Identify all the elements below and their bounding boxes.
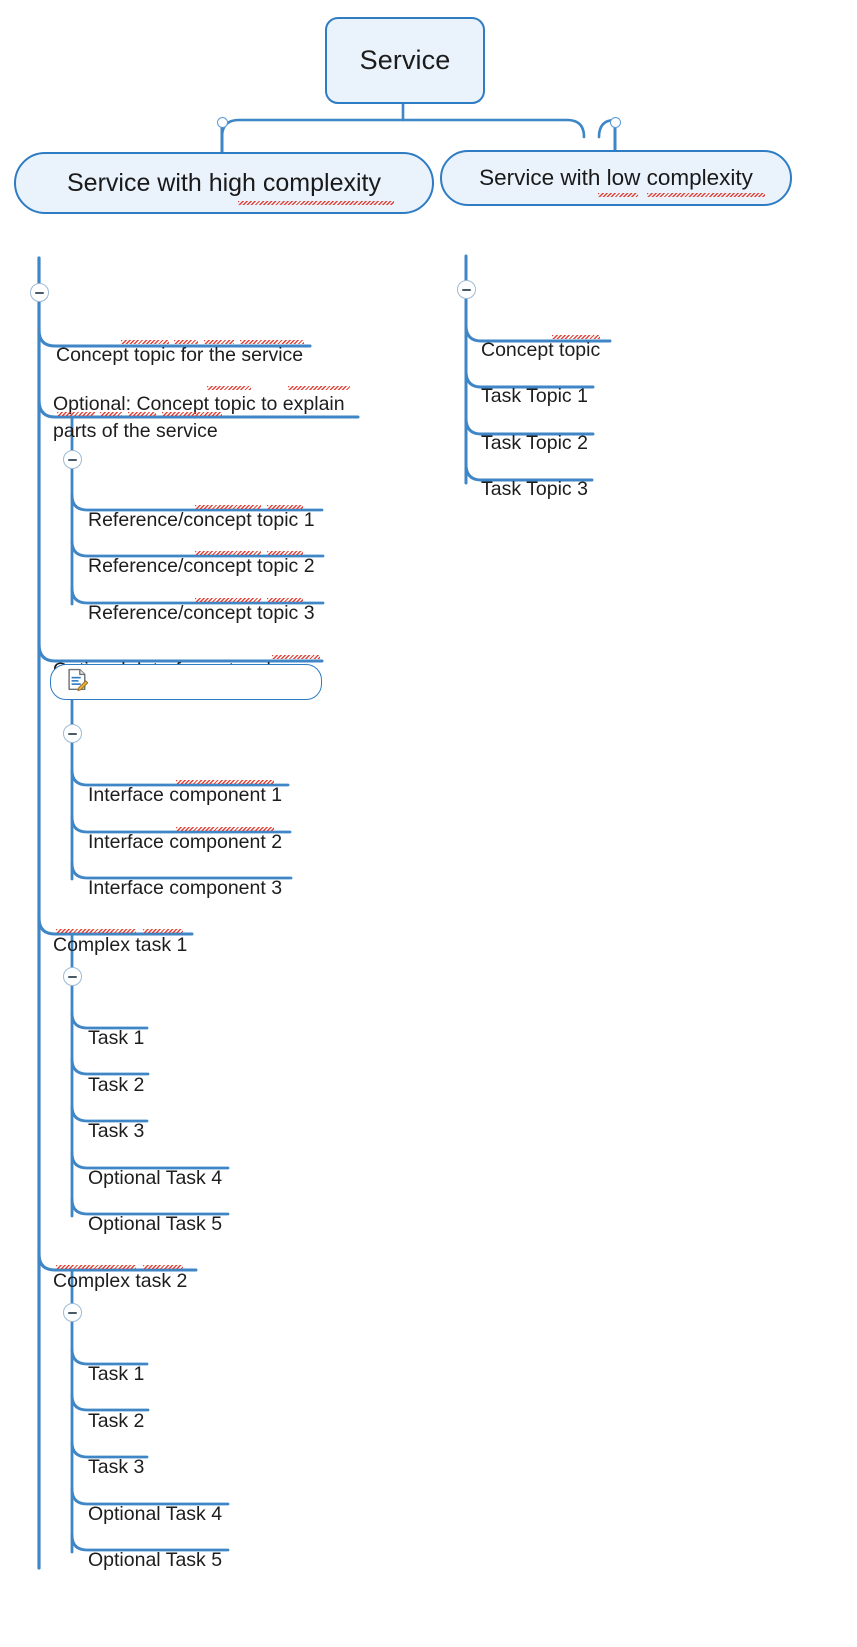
collapse-toggle-low-complexity[interactable] xyxy=(457,280,476,299)
topic-label: Concept topic xyxy=(481,339,601,361)
spellcheck-underline xyxy=(176,827,274,831)
topic-label: Optional Task 4 xyxy=(88,1503,223,1525)
topic-task-3-of-complex-2[interactable]: Task 3 xyxy=(88,1430,144,1480)
topic-label: Task 2 xyxy=(88,1410,145,1432)
spellcheck-underline xyxy=(207,386,251,390)
spellcheck-underline xyxy=(288,386,350,390)
topic-label: Task Topic 1 xyxy=(481,385,588,407)
collapse-toggle-high-complexity[interactable] xyxy=(30,283,49,302)
topic-task-3-of-complex-1[interactable]: Task 3 xyxy=(88,1094,144,1144)
spellcheck-underline xyxy=(143,1265,183,1269)
topic-label: Optional: Concept topic to explain parts… xyxy=(53,393,345,442)
spellcheck-underline xyxy=(267,505,303,509)
collapse-toggle-complex-task-1[interactable] xyxy=(63,967,82,986)
topic-label: Optional Task 4 xyxy=(88,1167,223,1189)
topic-optional-task-4-of-complex-1[interactable]: Optional Task 4 xyxy=(88,1141,222,1191)
branch-label-low-complexity: Service with low complexity xyxy=(479,165,753,190)
topic-label: Complex task 1 xyxy=(53,934,188,956)
spellcheck-underline xyxy=(647,193,765,197)
topic-optional-concept-explain[interactable]: Optional: Concept topic to explain parts… xyxy=(53,364,373,445)
spellcheck-underline xyxy=(176,780,274,784)
spellcheck-underline xyxy=(162,412,222,416)
spellcheck-underline xyxy=(598,193,638,197)
spellcheck-underline xyxy=(57,412,95,416)
spellcheck-underline xyxy=(195,551,261,555)
spellcheck-underline xyxy=(128,412,156,416)
spellcheck-underline xyxy=(100,412,122,416)
document-edit-icon xyxy=(461,213,484,242)
topic-label: Reference/concept topic 3 xyxy=(88,602,315,624)
topic-label: Task Topic 2 xyxy=(481,432,588,454)
topic-optional-task-4-of-complex-2[interactable]: Optional Task 4 xyxy=(88,1477,222,1527)
document-edit-icon xyxy=(29,221,52,250)
spellcheck-underline xyxy=(552,335,600,339)
topic-label: Reference/concept topic 2 xyxy=(88,555,315,577)
topic-optional-task-5-of-complex-2[interactable]: Optional Task 5 xyxy=(88,1523,222,1573)
topic-label: Task 3 xyxy=(88,1120,145,1142)
spellcheck-underline xyxy=(204,340,234,344)
spellcheck-underline xyxy=(143,929,183,933)
spellcheck-underline xyxy=(272,655,320,659)
spellcheck-underline xyxy=(195,505,261,509)
junction-marker-left[interactable] xyxy=(217,117,228,128)
mindmap-canvas: Service Service with high complexity Ser… xyxy=(0,0,857,1647)
spellcheck-underline xyxy=(174,340,198,344)
topic-task-topic-1[interactable]: Task Topic 1 xyxy=(481,359,588,409)
topic-task-2-of-complex-2[interactable]: Task 2 xyxy=(88,1384,144,1434)
topic-label: Concept topic for the service xyxy=(56,344,304,366)
spellcheck-underline xyxy=(56,1265,136,1269)
topic-task-1-of-complex-1[interactable]: Task 1 xyxy=(88,1001,144,1051)
spellcheck-underline xyxy=(121,340,169,344)
topic-task-topic-3[interactable]: Task Topic 3 xyxy=(481,452,588,502)
topic-label: Task 1 xyxy=(88,1027,145,1049)
topic-interface-component-3[interactable]: Interface component 3 xyxy=(88,851,282,901)
topic-task-topic-2[interactable]: Task Topic 2 xyxy=(481,406,588,456)
topic-complex-task-2[interactable]: Complex task 2 xyxy=(53,1244,187,1294)
collapse-toggle-interface-glance[interactable] xyxy=(63,724,82,743)
spellcheck-underline xyxy=(56,929,136,933)
spellcheck-underline xyxy=(267,598,303,602)
junction-marker-right[interactable] xyxy=(610,117,621,128)
topic-label: Optional Task 5 xyxy=(88,1213,223,1235)
topic-task-1-of-complex-2[interactable]: Task 1 xyxy=(88,1337,144,1387)
branch-label-high-complexity: Service with high complexity xyxy=(66,168,381,197)
topic-label: Interface component 1 xyxy=(88,784,283,806)
branch-title-low-complexity[interactable]: Service with low complexity xyxy=(440,150,792,206)
collapse-toggle-optional-concept[interactable] xyxy=(63,450,82,469)
root-node[interactable]: Service xyxy=(325,17,485,104)
topic-label: Optional Task 5 xyxy=(88,1549,223,1571)
topic-label: Task Topic 3 xyxy=(481,478,588,500)
topic-label: Interface component 2 xyxy=(88,831,283,853)
topic-label: Task 3 xyxy=(88,1456,145,1478)
topic-label: Reference/concept topic 1 xyxy=(88,509,315,531)
collapse-toggle-complex-task-2[interactable] xyxy=(63,1303,82,1322)
topic-complex-task-1[interactable]: Complex task 1 xyxy=(53,908,187,958)
spellcheck-underline xyxy=(195,598,261,602)
topic-label: Complex task 2 xyxy=(53,1270,188,1292)
spellcheck-underline xyxy=(240,340,304,344)
note-attachment-interface-glance[interactable] xyxy=(50,664,322,700)
topic-label: Interface component 3 xyxy=(88,877,283,899)
topic-label: Task 1 xyxy=(88,1363,145,1385)
spellcheck-underline xyxy=(238,201,394,205)
root-node-label: Service xyxy=(359,45,451,75)
topic-optional-task-5-of-complex-1[interactable]: Optional Task 5 xyxy=(88,1187,222,1237)
topic-task-2-of-complex-1[interactable]: Task 2 xyxy=(88,1048,144,1098)
spellcheck-underline xyxy=(267,551,303,555)
topic-label: Task 2 xyxy=(88,1074,145,1096)
document-edit-icon xyxy=(67,668,89,696)
